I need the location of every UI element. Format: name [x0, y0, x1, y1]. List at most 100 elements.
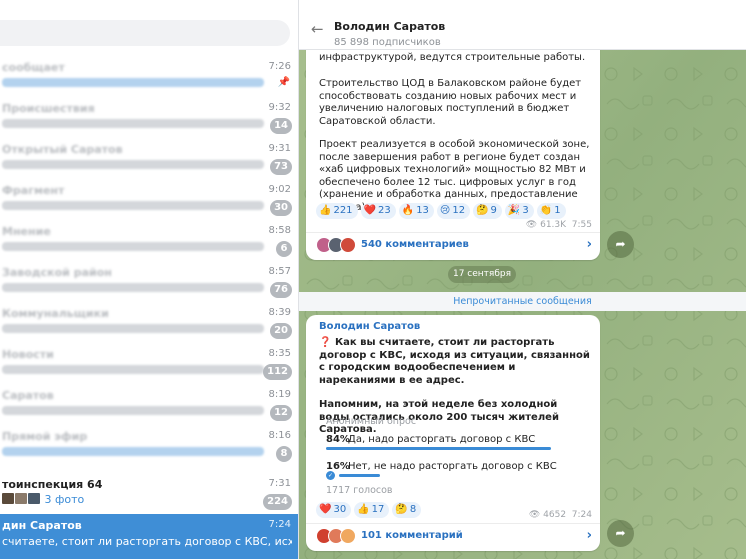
chat-preview: 3 фото	[2, 493, 84, 506]
option-bar	[339, 474, 380, 477]
unread-badge: 8	[276, 446, 292, 462]
chat-name: сообщает	[2, 61, 65, 74]
unread-badge: 73	[270, 159, 292, 175]
forward-button[interactable]: ➦	[607, 520, 634, 547]
chat-name: Саратов	[2, 389, 54, 402]
post-meta: 👁 61.3K 7:55	[526, 220, 592, 230]
chat-time: 8:39	[268, 307, 291, 318]
chat-list-item[interactable]: Прямой эфир 8:16 8	[0, 425, 298, 466]
reaction-chip[interactable]: 👍 17	[354, 502, 390, 518]
chat-list-item[interactable]: Заводской район 8:57 76	[0, 261, 298, 302]
check-icon: ✓	[326, 471, 335, 480]
chat-time: 7:31	[268, 478, 291, 489]
poll-option[interactable]: 16% Нет, не надо расторгать договор с КВ…	[326, 461, 596, 481]
reaction-count: 23	[378, 205, 391, 216]
comments-count: 101 комментарий	[361, 530, 463, 541]
chat-time: 7:26	[268, 61, 291, 72]
chat-list-item[interactable]: Фрагмент 9:02 30	[0, 179, 298, 220]
chat-list-item-active[interactable]: дин Саратов 7:24 считаете, стоит ли раст…	[0, 514, 298, 559]
chat-header: ← Володин Саратов 85 898 подписчиков	[299, 0, 746, 50]
view-count: 61.3K	[540, 220, 567, 230]
comments-button[interactable]: 101 комментарий ›	[316, 527, 592, 545]
heart-icon: ❤️	[319, 504, 332, 515]
post-time: 7:55	[571, 220, 592, 230]
reaction-chip[interactable]: 🤔 8	[392, 502, 422, 518]
comments-count: 540 комментариев	[361, 239, 469, 250]
chat-name: Открытый Саратов	[2, 143, 123, 156]
reaction-chip[interactable]: 🤔 9	[473, 203, 502, 219]
chat-time: 9:02	[268, 184, 291, 195]
question-mark-icon: ❓	[319, 337, 332, 348]
photo-thumb-icon	[2, 493, 14, 504]
option-label: Да, надо расторгать договор с КВС	[348, 434, 536, 445]
chat-preview	[2, 365, 264, 374]
chat-list-item[interactable]: Открытый Саратов 9:31 73	[0, 138, 298, 179]
chat-list-item[interactable]: Происшествия 9:32 14	[0, 97, 298, 138]
chat-name: Прямой эфир	[2, 430, 88, 443]
poll-option[interactable]: 84% Да, надо расторгать договор с КВС	[326, 434, 596, 454]
reaction-chip[interactable]: ❤️ 23	[360, 203, 396, 219]
chat-list-item[interactable]: тоинспекция 64 7:31 3 фото 224	[0, 473, 298, 514]
reaction-count: 9	[490, 205, 497, 216]
comments-button[interactable]: 540 комментариев ›	[316, 236, 592, 254]
clapping-icon: 👏	[539, 205, 553, 216]
chat-list-item[interactable]: Мнение 8:58 6	[0, 220, 298, 261]
chat-time: 8:35	[268, 348, 291, 359]
chat-list-item[interactable]: Коммунальщики 8:39 20	[0, 302, 298, 343]
eye-icon: 👁	[525, 220, 538, 230]
poll-question-text: Как вы считаете, стоит ли расторгать дог…	[319, 337, 590, 386]
reaction-count: 17	[371, 504, 385, 515]
vote-count: 1717 голосов	[326, 485, 393, 496]
avatar	[340, 528, 356, 544]
unread-badge: 12	[270, 405, 292, 421]
reaction-chip[interactable]: 👏 1	[536, 203, 566, 219]
chat-preview	[2, 119, 264, 128]
photo-thumb-icon	[28, 493, 40, 504]
view-count: 4652	[543, 510, 567, 520]
chat-preview	[2, 324, 264, 333]
chat-preview	[2, 160, 264, 169]
reaction-count: 13	[416, 205, 429, 216]
reaction-count: 3	[522, 205, 529, 216]
fire-icon: 🔥	[401, 205, 415, 216]
divider	[306, 523, 600, 524]
forward-button[interactable]: ➦	[607, 231, 634, 258]
unread-badge: 20	[270, 323, 292, 339]
chat-preview	[2, 201, 264, 210]
unread-divider: Непрочитанные сообщения	[299, 292, 746, 311]
chat-name: Мнение	[2, 225, 51, 238]
search-input[interactable]	[0, 20, 290, 46]
chat-preview: считаете, стоит ли расторгать договор с …	[2, 535, 292, 548]
heart-icon: ❤️	[363, 205, 376, 216]
reaction-chip[interactable]: 😢 12	[436, 203, 471, 219]
commenter-avatars	[316, 528, 358, 544]
chat-preview	[2, 78, 264, 87]
chat-list-item[interactable]: Саратов 8:19 12	[0, 384, 298, 425]
commenter-avatars	[316, 237, 358, 253]
chat-list-item[interactable]: сообщает 7:26 📌	[0, 56, 298, 97]
divider	[306, 232, 600, 233]
reaction-chip[interactable]: 🔥 13	[398, 203, 434, 219]
chat-list-item[interactable]: Новости 8:35 112	[0, 343, 298, 384]
share-arrow-icon: ➦	[615, 237, 626, 251]
back-arrow-icon[interactable]: ←	[311, 22, 324, 37]
post-text: Строительство ЦОД в Балаковском районе б…	[319, 78, 582, 127]
unread-badge: 112	[263, 364, 292, 380]
channel-title[interactable]: Володин Саратов	[334, 20, 445, 33]
post-text: инфраструктурой, ведутся строительные ра…	[319, 52, 586, 63]
reaction-chip[interactable]: 🎉 3	[504, 203, 534, 219]
reaction-count: 12	[452, 205, 466, 216]
unread-badge: 30	[270, 200, 292, 216]
reaction-chip[interactable]: ❤️ 30	[316, 502, 352, 518]
reaction-chip[interactable]: 👍 221	[316, 203, 358, 219]
chat-time: 8:16	[268, 430, 291, 441]
post-author: Володин Саратов	[319, 321, 421, 332]
reaction-count: 221	[333, 205, 353, 216]
unread-badge: 14	[270, 118, 292, 134]
reaction-count: 1	[554, 205, 561, 216]
post-meta: 👁 4652 7:24	[529, 510, 592, 520]
chat-time: 8:19	[268, 389, 291, 400]
chat-preview	[2, 242, 264, 251]
reaction-count: 8	[409, 504, 417, 515]
poll-post: Володин Саратов ❓ Как вы считаете, стоит…	[306, 315, 600, 551]
